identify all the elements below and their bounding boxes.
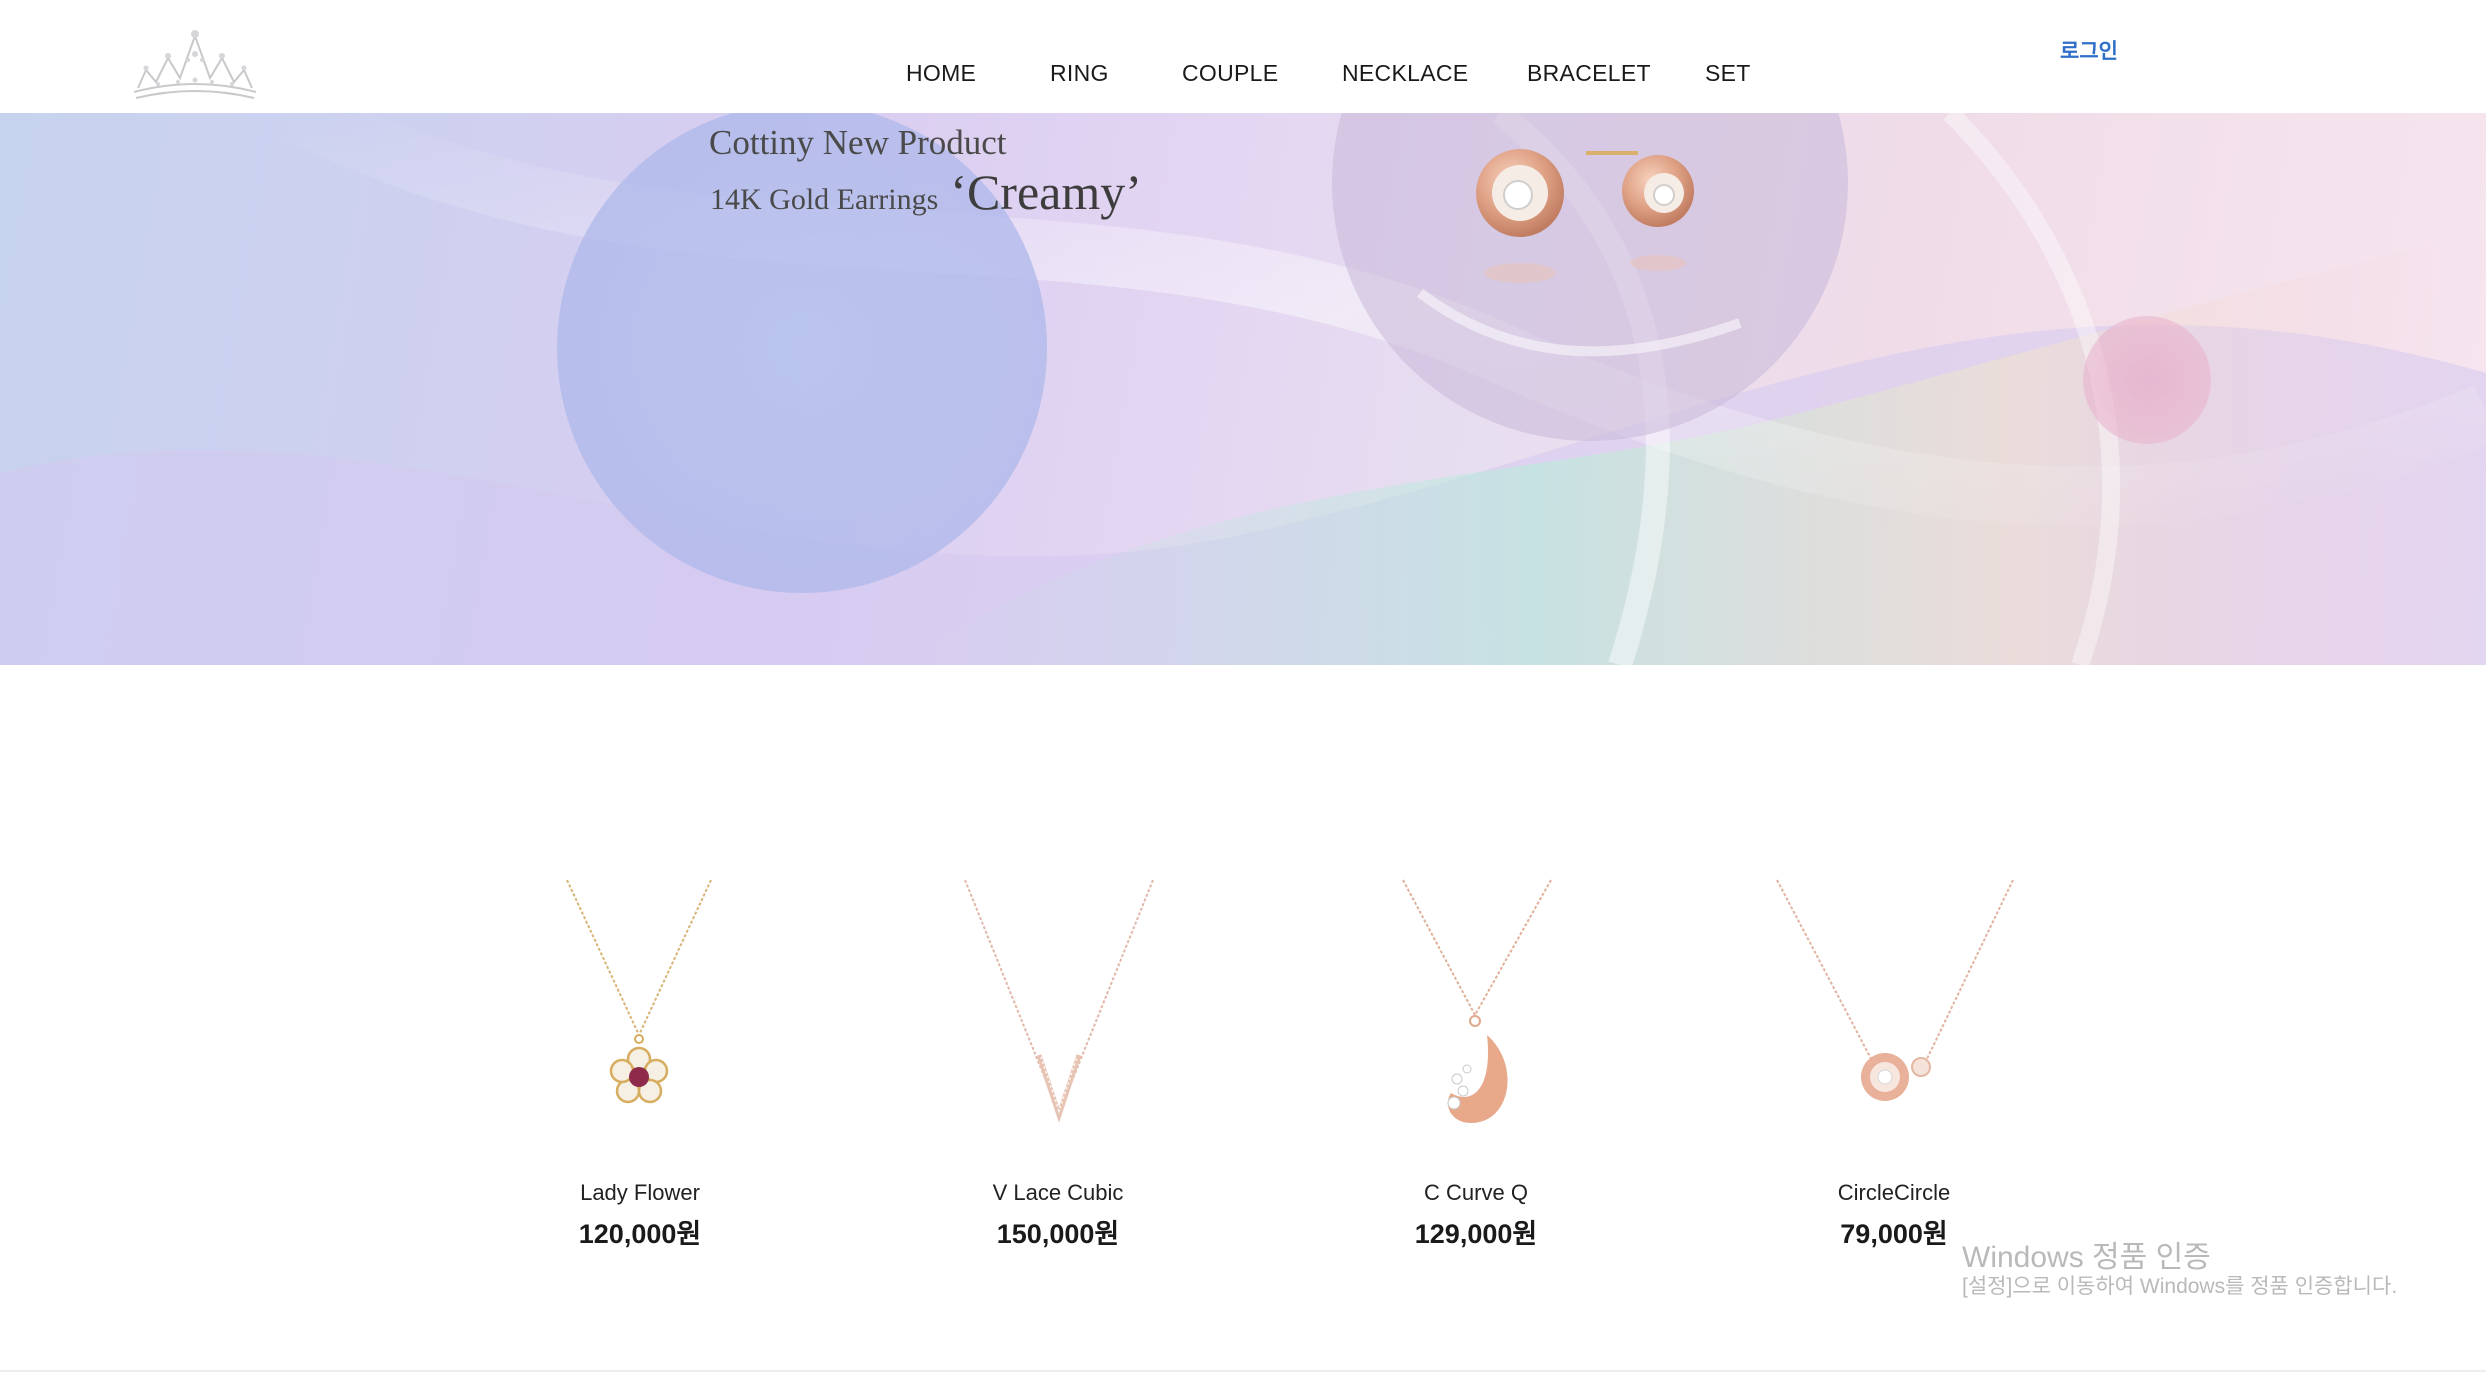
product-card[interactable]: C Curve Q 129,000원 — [1311, 840, 1641, 1260]
login-link[interactable]: 로그인 — [2060, 35, 2118, 65]
product-price: 129,000원 — [1414, 1219, 1538, 1249]
hero-highlight: ‘Creamy’ — [950, 164, 1142, 220]
product-name: C Curve Q — [1424, 1180, 1528, 1205]
flower-necklace-icon — [566, 879, 712, 1104]
hero-title: Cottiny New Product — [709, 123, 1007, 162]
hero-subtitle-text: 14K Gold Earrings — [710, 183, 939, 216]
product-name: V Lace Cubic — [992, 1180, 1124, 1205]
nav-home[interactable]: HOME — [906, 60, 976, 87]
product-price: 120,000원 — [578, 1219, 702, 1249]
nav-necklace[interactable]: NECKLACE — [1342, 60, 1468, 87]
earrings-icon — [1476, 149, 1694, 283]
product-card[interactable]: CircleCircle 79,000원 — [1729, 840, 2059, 1260]
product-list: Lady Flower 120,000원 V Lace Cubic 150,00… — [0, 840, 2486, 1260]
product-card[interactable]: V Lace Cubic 150,000원 — [893, 840, 1223, 1260]
product-name: CircleCircle — [1837, 1180, 1951, 1205]
nav-bracelet[interactable]: BRACELET — [1527, 60, 1651, 87]
hero-banner[interactable]: Cottiny New Product 14K Gold Earrings ‘Cr… — [0, 113, 2486, 665]
nav-couple[interactable]: COUPLE — [1182, 60, 1278, 87]
windows-activation-subtitle: [설정]으로 이동하여 Windows를 정품 인증합니다. — [1962, 1275, 2398, 1298]
circle-pendant-necklace-icon — [1776, 879, 2014, 1101]
curve-pendant-necklace-icon — [1402, 879, 1552, 1123]
nav-set[interactable]: SET — [1705, 60, 1751, 87]
site-header: HOME RING COUPLE NECKLACE BRACELET SET 로… — [0, 0, 2486, 113]
v-necklace-icon — [964, 879, 1154, 1123]
product-name: Lady Flower — [580, 1180, 700, 1205]
page-divider — [0, 1370, 2486, 1372]
nav-ring[interactable]: RING — [1050, 60, 1109, 87]
hero-background — [0, 113, 2486, 665]
hero-subtitle: 14K Gold Earrings ‘Creamy’ — [710, 163, 1142, 221]
main-nav: HOME RING COUPLE NECKLACE BRACELET SET — [0, 60, 2486, 94]
product-price: 150,000원 — [996, 1219, 1120, 1249]
product-card[interactable]: Lady Flower 120,000원 — [475, 840, 805, 1260]
